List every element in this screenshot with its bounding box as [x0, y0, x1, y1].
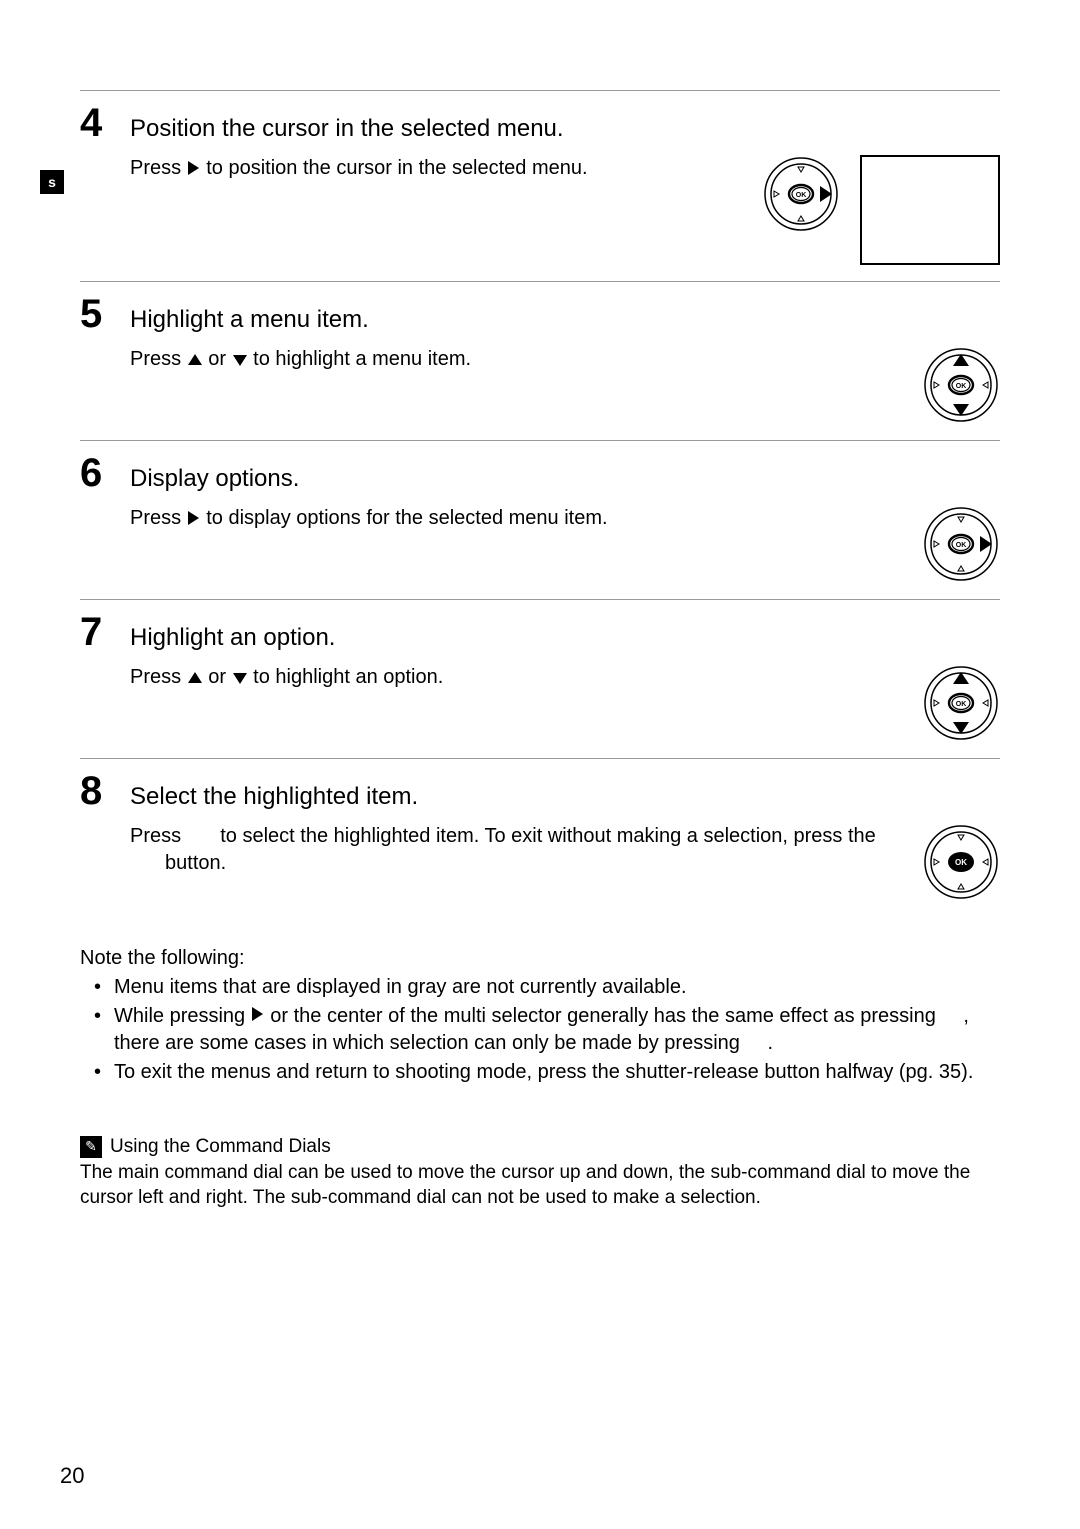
note-text: Menu items that are displayed in gray ar…	[114, 976, 687, 998]
step-text: Press to display options for the selecte…	[130, 505, 902, 534]
step-number: 7	[80, 612, 130, 652]
note-bullet: To exit the menus and return to shooting…	[80, 1059, 1000, 1086]
main-content: 4 Position the cursor in the selected me…	[80, 90, 1000, 1211]
notes-title: Note the following:	[80, 945, 1000, 972]
note-bullet: While pressing or the center of the mult…	[80, 1003, 1000, 1057]
side-tab-icon: s	[40, 170, 64, 194]
step-body: Press to position the cursor in the sele…	[80, 155, 1000, 265]
text-fragment: Press	[130, 666, 187, 688]
step-heading: 8 Select the highlighted item.	[80, 771, 1000, 811]
arrow-up-icon	[187, 348, 203, 375]
step-number: 8	[80, 771, 130, 811]
arrow-right-icon	[187, 157, 201, 184]
arrow-up-icon	[187, 666, 203, 693]
text-fragment: to display options for the selected menu…	[201, 507, 608, 529]
step-7: 7 Highlight an option. Press or to highl…	[80, 599, 1000, 758]
step-body: Press to select the highlighted item. To…	[80, 823, 1000, 901]
page-number: 20	[60, 1463, 84, 1489]
step-4: 4 Position the cursor in the selected me…	[80, 90, 1000, 281]
step-number: 5	[80, 294, 130, 334]
side-tab-label: s	[48, 174, 56, 190]
svg-text:OK: OK	[956, 383, 967, 390]
multi-selector-right-icon: OK	[922, 505, 1000, 583]
text-fragment: button.	[159, 852, 226, 874]
text-fragment: to select the highlighted item. To exit …	[215, 825, 876, 847]
text-fragment: Press	[130, 825, 187, 847]
step-8: 8 Select the highlighted item. Press to …	[80, 758, 1000, 917]
multi-selector-ok-icon: OK	[922, 823, 1000, 901]
multi-selector-right-icon: OK	[762, 155, 840, 233]
svg-text:OK: OK	[956, 701, 967, 708]
text-fragment: to position the cursor in the selected m…	[201, 157, 588, 179]
note-bullet: Menu items that are displayed in gray ar…	[80, 974, 1000, 1001]
svg-text:OK: OK	[955, 858, 967, 867]
text-fragment: Press	[130, 348, 187, 370]
note-text: To exit the menus and return to shooting…	[114, 1061, 973, 1083]
text-fragment: or	[203, 348, 232, 370]
text-fragment: Press	[130, 507, 187, 529]
text-fragment: Press	[130, 157, 187, 179]
step-heading: 7 Highlight an option.	[80, 612, 1000, 652]
text-fragment: or	[203, 666, 232, 688]
arrow-down-icon	[232, 666, 248, 693]
notes-section: Note the following: Menu items that are …	[80, 945, 1000, 1086]
step-body: Press or to highlight an option. OK	[80, 664, 1000, 742]
arrow-down-icon	[232, 348, 248, 375]
step-5: 5 Highlight a menu item. Press or to hig…	[80, 281, 1000, 440]
step-body: Press to display options for the selecte…	[80, 505, 1000, 583]
step-text: Press or to highlight an option.	[130, 664, 902, 693]
step-title: Display options.	[130, 465, 1000, 493]
tip-heading: ✎ Using the Command Dials	[80, 1134, 1000, 1160]
text-fragment: .	[767, 1032, 773, 1054]
svg-text:OK: OK	[796, 192, 807, 199]
step-body: Press or to highlight a menu item. OK	[80, 346, 1000, 424]
text-fragment: to highlight an option.	[248, 666, 444, 688]
step-heading: 5 Highlight a menu item.	[80, 294, 1000, 334]
step-number: 6	[80, 453, 130, 493]
arrow-right-icon	[251, 1005, 265, 1027]
tip-box: ✎ Using the Command Dials The main comma…	[80, 1134, 1000, 1211]
blank-display-placeholder	[860, 155, 1000, 265]
text-fragment: or the center of the multi selector gene…	[265, 1005, 942, 1027]
pencil-icon: ✎	[80, 1136, 102, 1158]
step-heading: 4 Position the cursor in the selected me…	[80, 103, 1000, 143]
step-title: Position the cursor in the selected menu…	[130, 115, 1000, 143]
step-title: Highlight a menu item.	[130, 306, 1000, 334]
tip-body: The main command dial can be used to mov…	[80, 1160, 1000, 1211]
step-title: Select the highlighted item.	[130, 783, 1000, 811]
step-text: Press or to highlight a menu item.	[130, 346, 902, 375]
arrow-right-icon	[187, 507, 201, 534]
step-number: 4	[80, 103, 130, 143]
multi-selector-updown-icon: OK	[922, 346, 1000, 424]
step-text: Press to position the cursor in the sele…	[130, 155, 742, 184]
text-fragment: While pressing	[114, 1005, 251, 1027]
tip-title: Using the Command Dials	[110, 1134, 331, 1160]
step-6: 6 Display options. Press to display opti…	[80, 440, 1000, 599]
step-title: Highlight an option.	[130, 624, 1000, 652]
text-fragment: to highlight a menu item.	[248, 348, 471, 370]
multi-selector-updown-icon: OK	[922, 664, 1000, 742]
step-text: Press to select the highlighted item. To…	[130, 823, 902, 877]
step-heading: 6 Display options.	[80, 453, 1000, 493]
svg-text:OK: OK	[956, 542, 967, 549]
